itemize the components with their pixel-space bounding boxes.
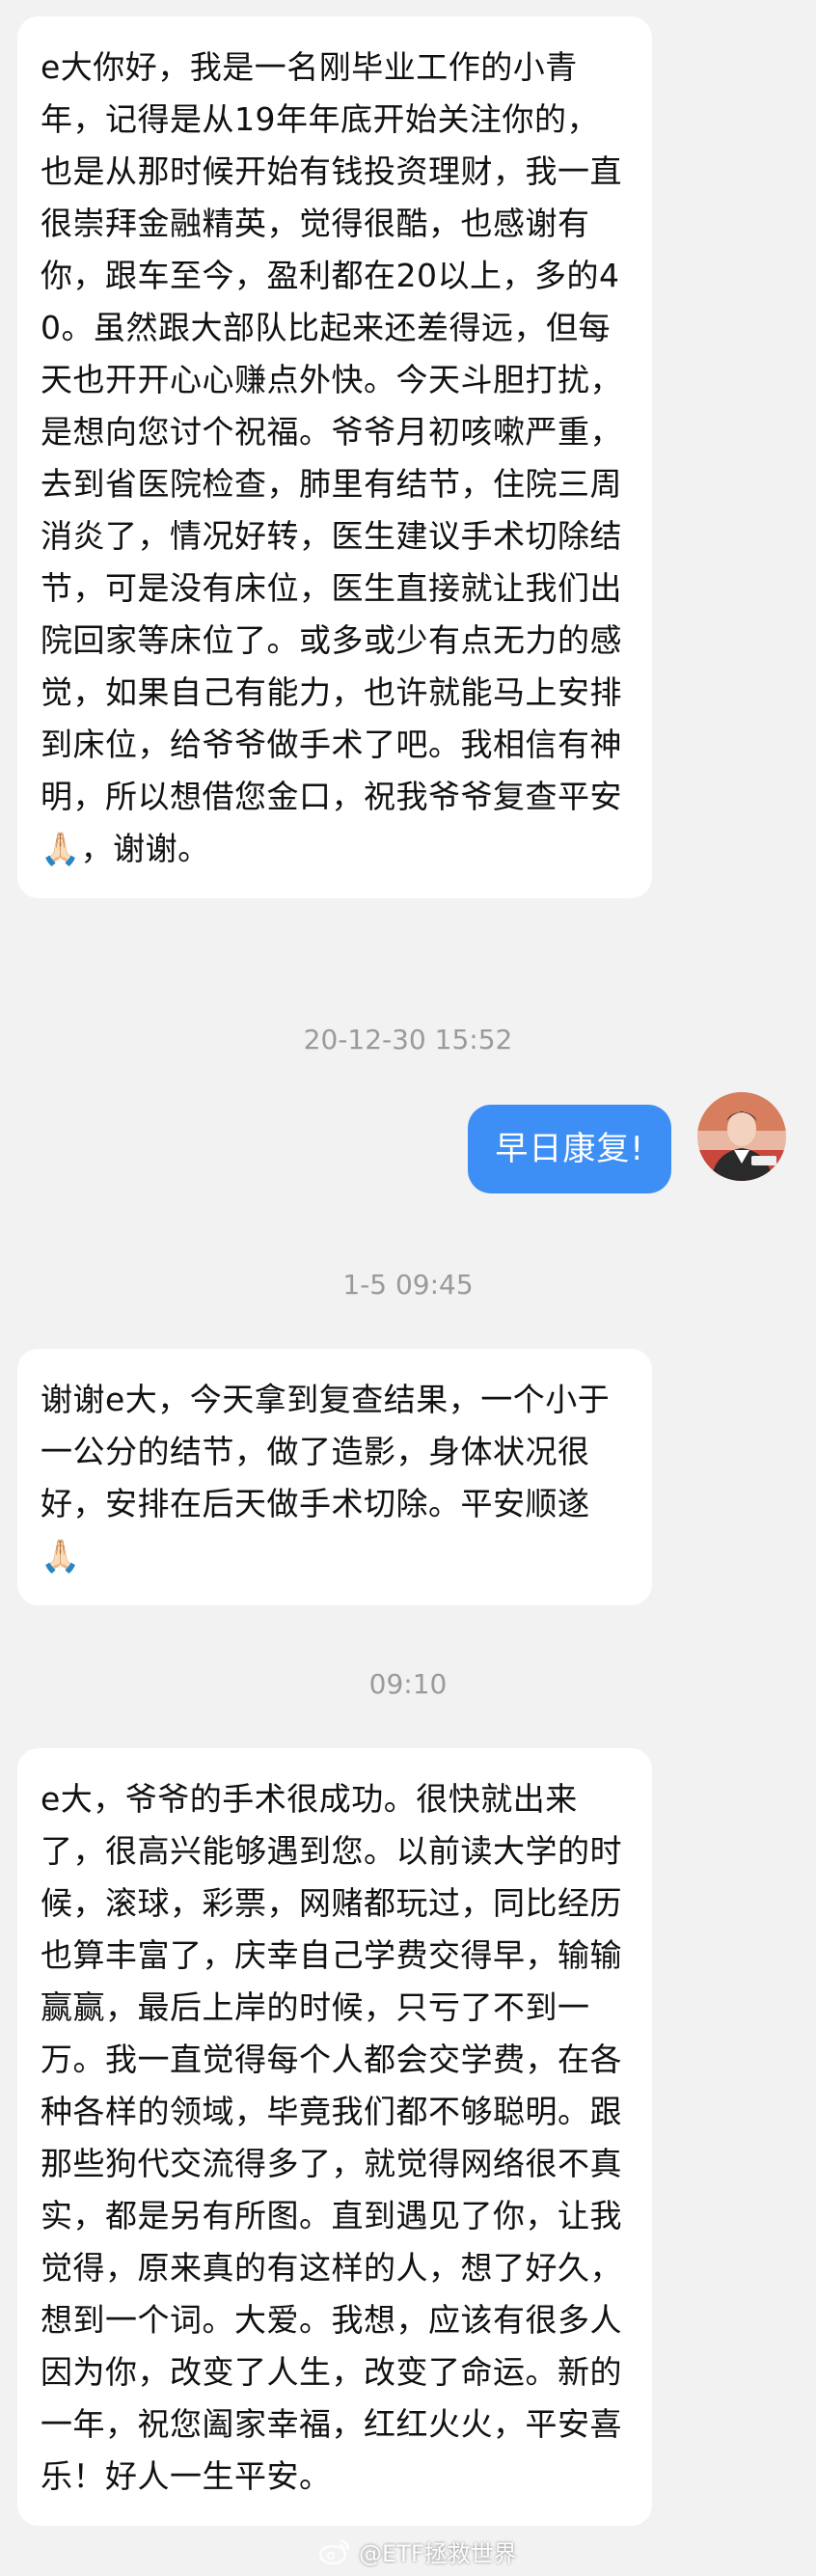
watermark: @ETF拯救世界 xyxy=(318,2532,517,2570)
message-bubble-incoming-2[interactable]: 谢谢e大，今天拿到复查结果，一个小于一公分的结节，做了造影，身体状况很好，安排在… xyxy=(17,1349,652,1605)
message-bubble-outgoing-reply[interactable]: 早日康复! xyxy=(468,1105,671,1193)
sender-avatar[interactable] xyxy=(697,1092,786,1181)
timestamp-2: 1-5 09:45 xyxy=(342,1269,474,1301)
chat-thread: e大你好，我是一名刚毕业工作的小青年，记得是从19年年底开始关注你的，也是从那时… xyxy=(0,0,816,2576)
timestamp-3: 09:10 xyxy=(368,1668,448,1700)
message-bubble-incoming-3[interactable]: e大，爷爷的手术很成功。很快就出来了，很高兴能够遇到您。以前读大学的时候，滚球，… xyxy=(17,1748,652,2526)
avatar-photo-icon xyxy=(697,1092,786,1181)
timestamp-1: 20-12-30 15:52 xyxy=(303,1024,513,1055)
weibo-icon xyxy=(318,2539,350,2565)
watermark-text: @ETF拯救世界 xyxy=(359,2539,517,2567)
message-bubble-incoming-1[interactable]: e大你好，我是一名刚毕业工作的小青年，记得是从19年年底开始关注你的，也是从那时… xyxy=(17,16,652,898)
